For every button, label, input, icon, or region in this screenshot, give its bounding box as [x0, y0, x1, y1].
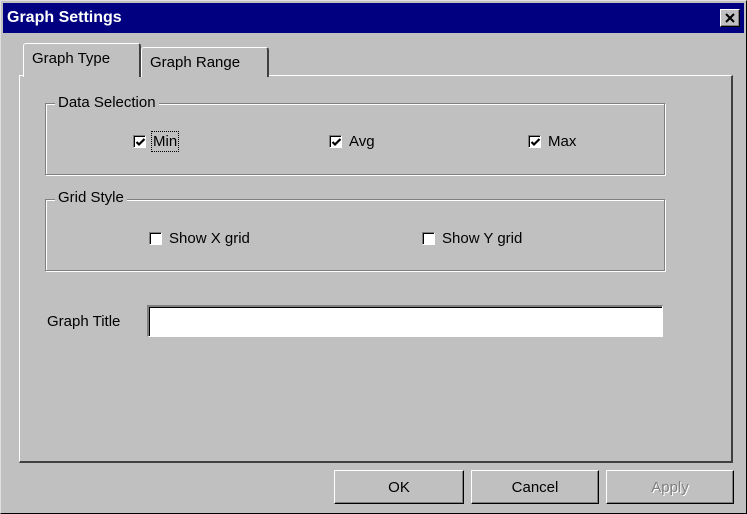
tab-graph-type-label: Graph Type: [32, 50, 111, 67]
show-y-grid-label: Show Y grid: [442, 230, 523, 247]
data-selection-label: Data Selection: [55, 94, 159, 111]
avg-checkbox-label: Avg: [349, 133, 375, 150]
cancel-button-label: Cancel: [511, 478, 559, 496]
checkmark-icon: [530, 138, 541, 147]
ok-button-label: OK: [388, 478, 410, 496]
max-checkbox[interactable]: Max: [528, 133, 576, 150]
cancel-button[interactable]: Cancel: [471, 470, 599, 504]
ok-button[interactable]: OK: [334, 470, 464, 504]
apply-button-label: Apply: [651, 478, 689, 496]
min-checkbox[interactable]: Min: [133, 131, 180, 152]
show-x-grid-label: Show X grid: [169, 230, 250, 247]
tab-graph-range-label: Graph Range: [150, 54, 241, 71]
checkmark-icon: [331, 138, 342, 147]
tab-graph-type[interactable]: Graph Type: [23, 43, 141, 77]
max-checkbox-box[interactable]: [528, 135, 541, 148]
graph-settings-dialog: Graph Settings Graph Type Graph Range Da…: [0, 0, 747, 514]
window-title: Graph Settings: [7, 9, 122, 26]
tab-graph-range[interactable]: Graph Range: [141, 47, 269, 77]
title-bar[interactable]: Graph Settings: [3, 3, 744, 33]
min-checkbox-label: Min: [150, 131, 180, 152]
show-y-grid-box[interactable]: [422, 232, 435, 245]
avg-checkbox[interactable]: Avg: [329, 133, 375, 150]
close-button[interactable]: [720, 9, 740, 27]
show-x-grid-box[interactable]: [149, 232, 162, 245]
max-checkbox-label: Max: [548, 133, 577, 150]
avg-checkbox-box[interactable]: [329, 135, 342, 148]
graph-title-input[interactable]: [147, 305, 663, 337]
grid-style-group: [45, 199, 665, 271]
apply-button[interactable]: Apply: [606, 470, 734, 504]
show-x-grid-checkbox[interactable]: Show X grid: [149, 230, 250, 247]
grid-style-label: Grid Style: [55, 189, 127, 206]
min-checkbox-box[interactable]: [133, 135, 146, 148]
checkmark-icon: [135, 138, 146, 147]
graph-title-label: Graph Title: [47, 313, 121, 330]
close-icon: [725, 13, 735, 23]
show-y-grid-checkbox[interactable]: Show Y grid: [422, 230, 522, 247]
